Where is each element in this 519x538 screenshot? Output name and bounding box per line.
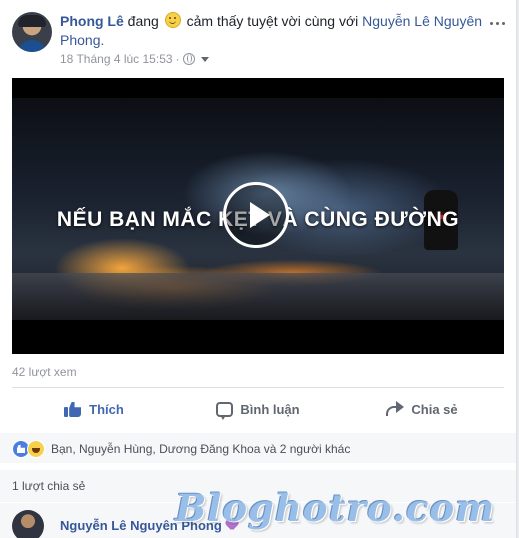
post-timestamp[interactable]: 18 Tháng 4 lúc 15:53 (60, 52, 173, 66)
reactions-bar: Bạn, Nguyễn Hùng, Dương Đăng Khoa và 2 n… (0, 433, 516, 463)
author-name[interactable]: Phong Lê (60, 13, 124, 29)
post-header: Phong Lê đang cảm thấy tuyệt vời cùng vớ… (12, 10, 507, 70)
feeling-text: cảm thấy tuyệt vời cùng với (186, 13, 359, 29)
share-label: Chia sẻ (411, 401, 458, 417)
play-icon[interactable] (223, 182, 289, 248)
comment-button[interactable]: Bình luận (176, 392, 340, 426)
like-label: Thích (89, 401, 124, 417)
thumbs-up-icon (64, 400, 82, 418)
smile-emoji-icon (164, 12, 181, 28)
avatar-body (17, 40, 47, 52)
video-player[interactable]: NẾU BẠN MẮC KẸT VÀ CÙNG ĐƯỜNG (12, 78, 504, 354)
video-road (12, 273, 504, 320)
post-headline: Phong Lê đang cảm thấy tuyệt vời cùng vớ… (60, 12, 490, 50)
status-prefix: đang (127, 13, 159, 29)
like-button[interactable]: Thích (12, 392, 176, 426)
watermark: Bloghotro.com (175, 486, 496, 530)
more-options-icon[interactable] (490, 16, 510, 30)
post-meta: 18 Tháng 4 lúc 15:53 · (60, 52, 209, 66)
share-count[interactable]: 1 lượt chia sẻ (12, 479, 85, 493)
divider (12, 387, 504, 388)
meta-separator: · (175, 52, 180, 66)
commenter-avatar[interactable] (12, 510, 44, 538)
privacy-dropdown-icon[interactable] (200, 56, 209, 62)
share-button[interactable]: Chia sẻ (340, 392, 504, 426)
share-icon (386, 401, 405, 417)
reactors-text[interactable]: Bạn, Nguyễn Hùng, Dương Đăng Khoa và 2 n… (51, 442, 350, 456)
avatar-cap (18, 15, 46, 27)
comment-icon (216, 401, 234, 420)
more-dot (496, 21, 499, 25)
view-count: 42 lượt xem (12, 365, 77, 379)
globe-icon (182, 53, 195, 65)
reactions-summary[interactable]: Bạn, Nguyễn Hùng, Dương Đăng Khoa và 2 n… (12, 440, 350, 458)
haha-reaction-icon (27, 440, 45, 458)
more-dot (490, 21, 493, 25)
action-bar: Thích Bình luận Chia sẻ (12, 392, 504, 426)
more-dot (502, 21, 505, 25)
comment-label: Bình luận (240, 401, 300, 417)
author-avatar[interactable] (12, 12, 52, 52)
post-card: Phong Lê đang cảm thấy tuyệt vời cùng vớ… (0, 0, 517, 538)
